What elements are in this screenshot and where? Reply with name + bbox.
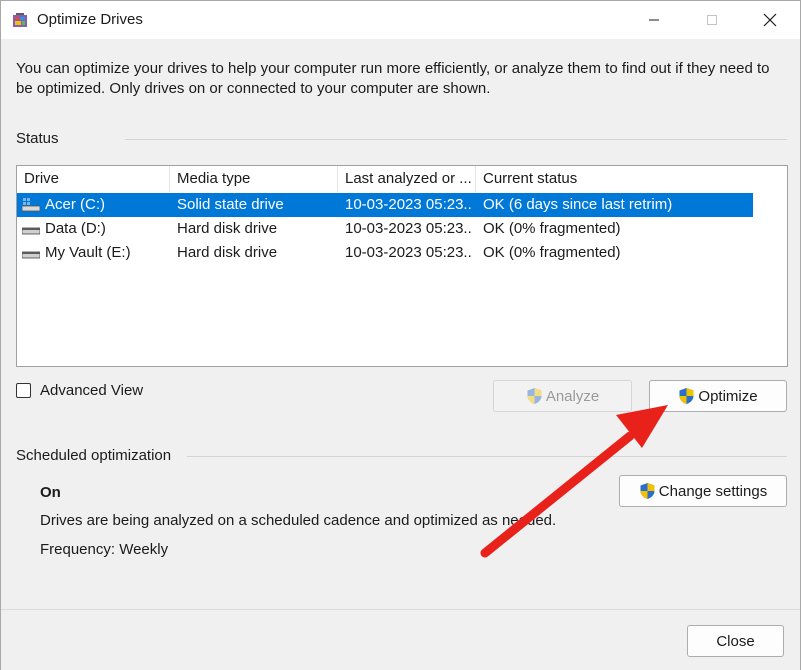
system-drive-icon [22, 198, 40, 212]
status-section-label: Status [16, 130, 59, 147]
scheduled-divider [187, 456, 787, 457]
drives-list[interactable]: Drive Media type Last analyzed or ... Cu… [16, 165, 788, 367]
optimize-drives-window: Optimize Drives You can optimize your dr… [0, 0, 801, 670]
advanced-view-checkbox[interactable] [16, 383, 31, 398]
schedule-description: Drives are being analyzed on a scheduled… [40, 512, 557, 529]
hard-disk-icon [22, 227, 40, 235]
close-icon [763, 13, 777, 27]
drive-name: My Vault (E:) [45, 244, 131, 261]
intro-text: You can optimize your drives to help you… [16, 60, 770, 97]
optimize-button[interactable]: Optimize [649, 380, 787, 412]
drive-name: Data (D:) [45, 220, 106, 237]
optimize-label: Optimize [698, 387, 758, 405]
media-type: Hard disk drive [177, 220, 278, 237]
dialog-footer [1, 609, 800, 670]
current-status: OK (6 days since last retrim) [483, 196, 673, 213]
last-analyzed: 10-03-2023 05:23... [345, 220, 473, 237]
drive-row-data-d[interactable]: Data (D:) Hard disk drive 10-03-2023 05:… [17, 217, 753, 241]
window-title: Optimize Drives [37, 11, 143, 28]
minimize-icon [649, 19, 659, 21]
hard-disk-icon [22, 251, 40, 259]
maximize-icon [707, 15, 717, 25]
last-analyzed: 10-03-2023 05:23... [345, 196, 473, 213]
defrag-app-icon [13, 13, 27, 27]
column-header-last-analyzed[interactable]: Last analyzed or ... [338, 166, 476, 192]
current-status: OK (0% fragmented) [483, 220, 621, 237]
change-settings-button[interactable]: Change settings [619, 475, 787, 507]
close-label: Close [716, 632, 755, 650]
uac-shield-icon [679, 388, 694, 404]
current-status: OK (0% fragmented) [483, 244, 621, 261]
column-header-current-status[interactable]: Current status [476, 166, 753, 192]
advanced-view-label[interactable]: Advanced View [40, 382, 143, 399]
status-divider [125, 139, 787, 140]
uac-shield-icon [527, 388, 542, 404]
title-bar[interactable]: Optimize Drives [1, 1, 800, 39]
maximize-button[interactable] [683, 1, 741, 39]
drive-name: Acer (C:) [45, 196, 105, 213]
change-settings-label: Change settings [658, 482, 768, 500]
last-analyzed: 10-03-2023 05:23... [345, 244, 473, 261]
column-header-media-type[interactable]: Media type [170, 166, 338, 192]
uac-shield-icon [640, 483, 655, 499]
column-header-drive[interactable]: Drive [17, 166, 170, 192]
close-window-button[interactable] [741, 1, 799, 39]
media-type: Solid state drive [177, 196, 284, 213]
analyze-label: Analyze [545, 387, 600, 405]
minimize-button[interactable] [625, 1, 683, 39]
list-header: Drive Media type Last analyzed or ... Cu… [17, 166, 753, 192]
media-type: Hard disk drive [177, 244, 278, 261]
scheduled-section-label: Scheduled optimization [16, 447, 172, 464]
schedule-frequency: Frequency: Weekly [40, 541, 169, 558]
drive-row-acer-c[interactable]: Acer (C:) Solid state drive 10-03-2023 0… [17, 193, 753, 217]
schedule-state: On [40, 484, 61, 501]
close-button[interactable]: Close [687, 625, 784, 657]
analyze-button[interactable]: Analyze [493, 380, 632, 412]
drive-row-my-vault-e[interactable]: My Vault (E:) Hard disk drive 10-03-2023… [17, 241, 753, 265]
